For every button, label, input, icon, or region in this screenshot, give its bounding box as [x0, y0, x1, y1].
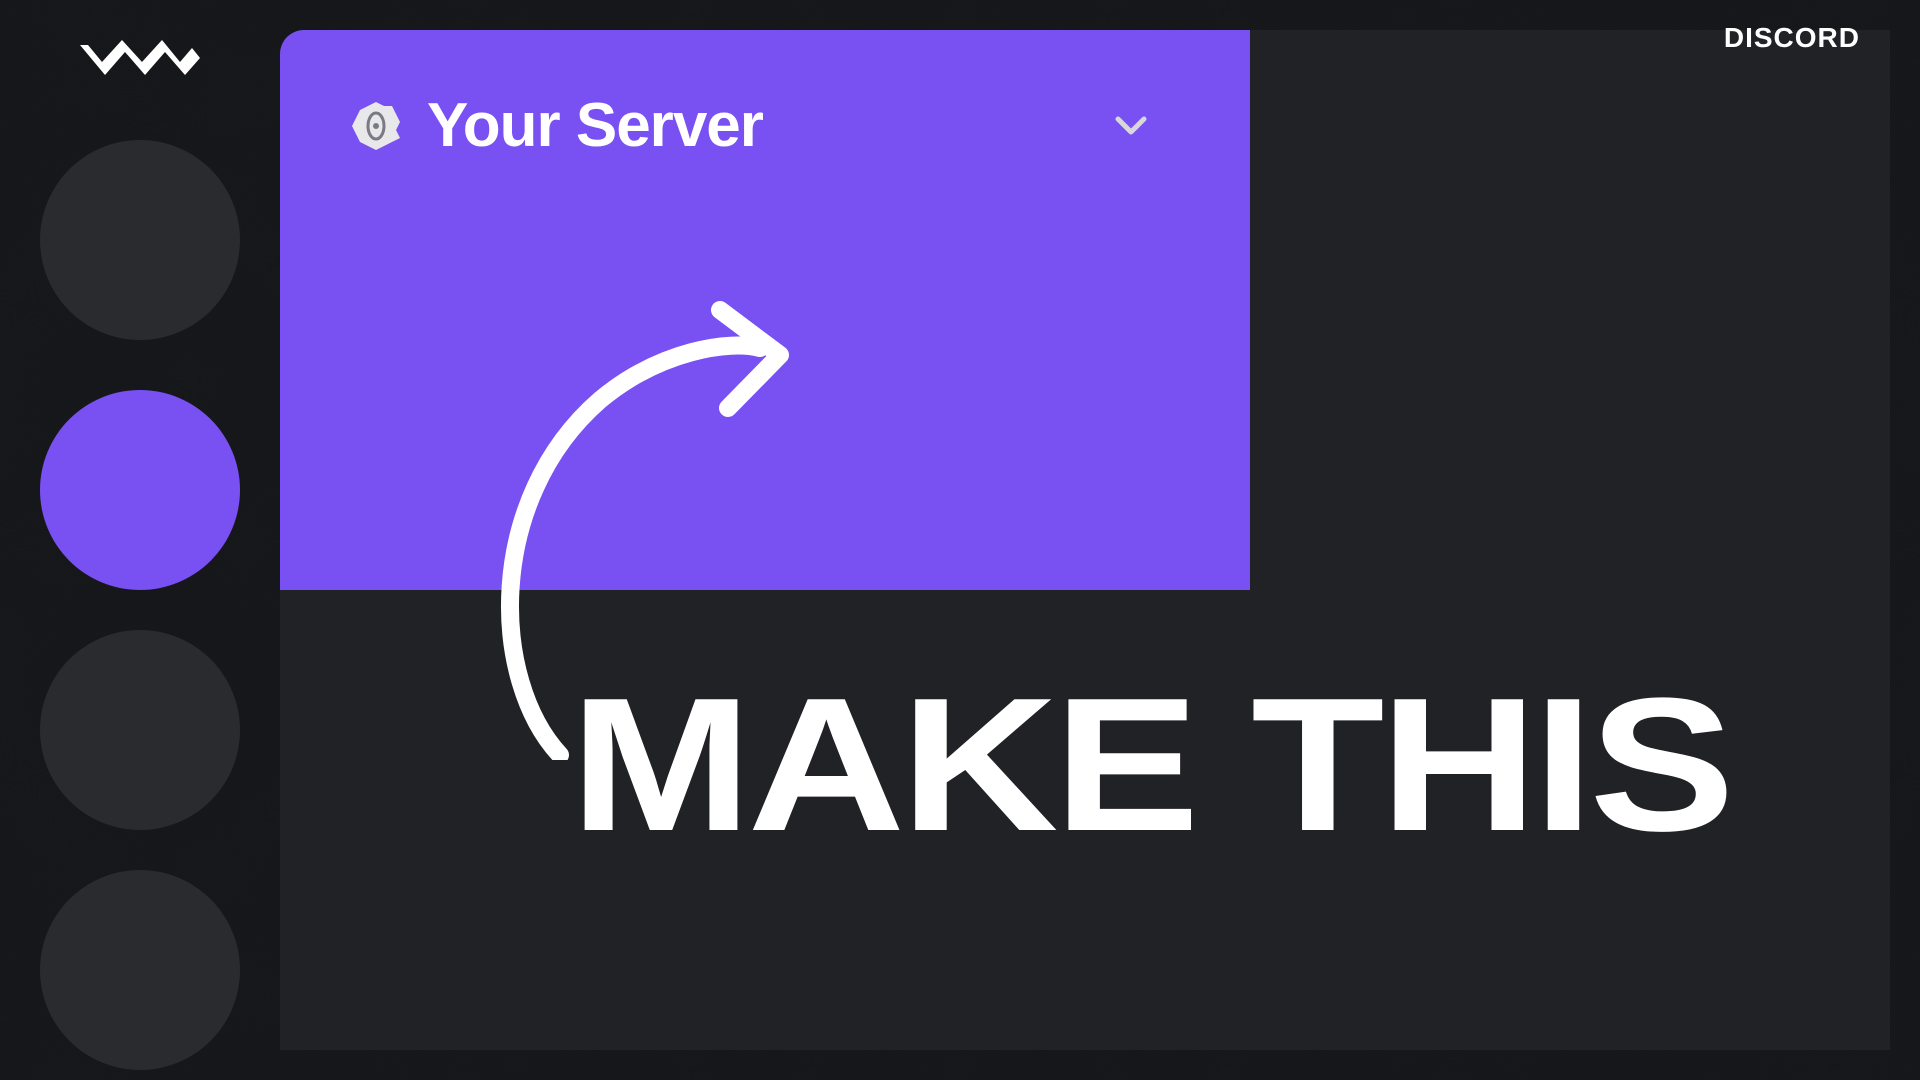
server-icon-4[interactable]: [40, 870, 240, 1070]
server-icon-1[interactable]: [40, 140, 240, 340]
server-icon-3[interactable]: [40, 630, 240, 830]
boost-badge-icon: [350, 100, 402, 152]
server-title-group: Your Server: [350, 90, 763, 161]
main-panel: Your Server: [280, 30, 1890, 1050]
server-icon-active[interactable]: [40, 390, 240, 590]
server-sidebar: [30, 30, 250, 1050]
server-title: Your Server: [427, 90, 763, 161]
banner-header[interactable]: Your Server: [350, 90, 1180, 161]
brand-logo: [70, 30, 210, 90]
app-label: DISCORD: [1724, 22, 1860, 54]
headline-text: MAKE THIS: [570, 670, 1730, 860]
whop-logo-icon: [70, 30, 210, 90]
server-banner: Your Server: [280, 30, 1250, 590]
chevron-down-icon[interactable]: [1112, 107, 1150, 145]
